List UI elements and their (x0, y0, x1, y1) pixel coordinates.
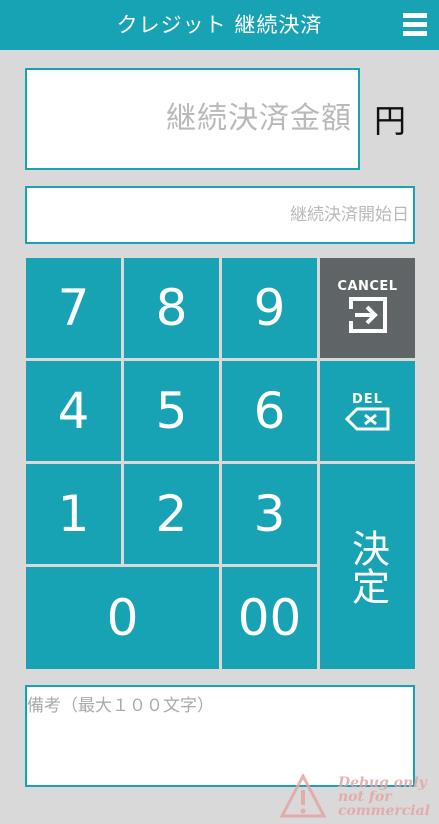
key-8[interactable]: 8 (124, 258, 219, 358)
warning-icon (280, 774, 326, 818)
cancel-label: CANCEL (337, 278, 398, 294)
key-5[interactable]: 5 (124, 361, 219, 461)
start-date-placeholder: 継続決済開始日 (290, 205, 409, 225)
key-1[interactable]: 1 (26, 464, 121, 564)
confirm-button[interactable]: 決定 (320, 464, 415, 669)
key-0[interactable]: 0 (26, 567, 219, 669)
debug-watermark: Debug only not for commercial (272, 772, 439, 824)
amount-placeholder: 継続決済金額 (166, 101, 352, 136)
key-double-zero[interactable]: 00 (222, 567, 317, 669)
start-date-input[interactable]: 継続決済開始日 (25, 186, 415, 244)
delete-label: DEL (352, 391, 383, 407)
key-9[interactable]: 9 (222, 258, 317, 358)
numeric-keypad: 7 8 9 CANCEL 4 5 6 DEL 1 2 3 決定 0 00 (26, 258, 415, 669)
confirm-label: 決定 (345, 528, 390, 605)
exit-icon (348, 296, 387, 333)
cancel-button[interactable]: CANCEL (320, 258, 415, 358)
memo-placeholder: 備考（最大１００文字） (27, 696, 214, 716)
key-7[interactable]: 7 (26, 258, 121, 358)
debug-text: Debug only not for commercial (338, 776, 430, 818)
debug-line-3: commercial (338, 803, 431, 819)
debug-line-1: Debug only (338, 775, 427, 791)
key-3[interactable]: 3 (222, 464, 317, 564)
amount-input[interactable]: 継続決済金額 (25, 68, 360, 170)
debug-line-2: not for (338, 789, 392, 805)
currency-label: 円 (374, 102, 407, 140)
key-2[interactable]: 2 (124, 464, 219, 564)
page-title: クレジット 継続決済 (116, 13, 323, 37)
key-6[interactable]: 6 (222, 361, 317, 461)
delete-button[interactable]: DEL (320, 361, 415, 461)
backspace-icon (344, 407, 389, 430)
key-4[interactable]: 4 (26, 361, 121, 461)
hamburger-menu-icon[interactable] (403, 13, 427, 37)
app-header: クレジット 継続決済 (0, 0, 439, 50)
